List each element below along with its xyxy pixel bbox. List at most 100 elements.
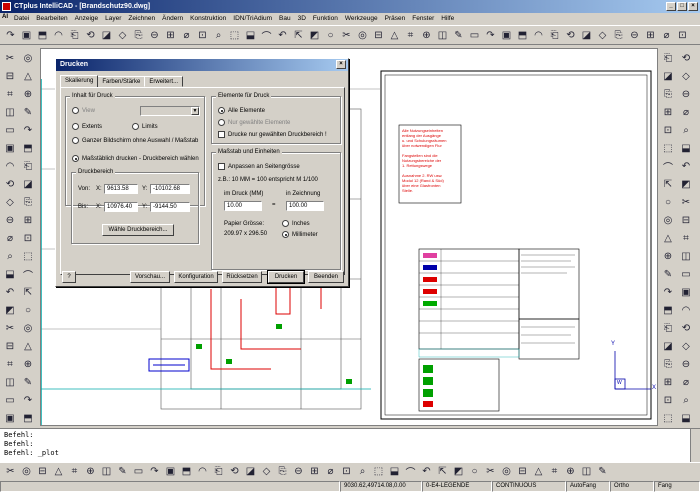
snap-tool-16-icon[interactable]: ◪ [243, 464, 258, 479]
snap-tool-1-icon[interactable]: ✂ [3, 464, 18, 479]
toolbar-tool-16-icon[interactable]: ⬓ [243, 28, 258, 43]
left-tool-13-icon[interactable]: ◠ [2, 158, 18, 174]
snap-tool-20-icon[interactable]: ⊞ [307, 464, 322, 479]
left-tool-27-icon[interactable]: ↶ [2, 284, 18, 300]
snap-tool-21-icon[interactable]: ⌀ [323, 464, 338, 479]
snap-tool-6-icon[interactable]: ⊕ [83, 464, 98, 479]
toolbar-tool-1-icon[interactable]: ↷ [3, 28, 18, 43]
menu-bearbeiten[interactable]: Bearbeiten [36, 15, 67, 22]
snap-tool-25-icon[interactable]: ⬓ [387, 464, 402, 479]
left-tool-5-icon[interactable]: ⌗ [2, 86, 18, 102]
left-tool-19-icon[interactable]: ⊖ [2, 212, 18, 228]
left-tool-41-icon[interactable]: ▣ [2, 410, 18, 426]
toolbar-tool-4-icon[interactable]: ◠ [51, 28, 66, 43]
status-fang[interactable]: Fang [654, 480, 700, 492]
left-tool-30-icon[interactable]: ○ [20, 302, 36, 318]
extents-radio[interactable] [72, 123, 79, 130]
waehle-druckbereich-button[interactable]: Wähle Druckbereich... [102, 224, 174, 236]
left-tool-28-icon[interactable]: ⇱ [20, 284, 36, 300]
toolbar-tool-22-icon[interactable]: ✂ [339, 28, 354, 43]
snap-tool-17-icon[interactable]: ◇ [259, 464, 274, 479]
close-button[interactable]: × [688, 2, 698, 11]
right-tool-31-icon[interactable]: ⎗ [660, 320, 676, 336]
snap-tool-7-icon[interactable]: ◫ [99, 464, 114, 479]
alle-elemente-radio[interactable] [218, 107, 225, 114]
toolbar-tool-25-icon[interactable]: △ [387, 28, 402, 43]
right-tool-29-icon[interactable]: ⬒ [660, 302, 676, 318]
toolbar-tool-39-icon[interactable]: ⎘ [611, 28, 626, 43]
bis-x-field[interactable]: 10976.40 [104, 202, 138, 212]
right-tool-19-icon[interactable]: ◎ [660, 212, 676, 228]
snap-tool-19-icon[interactable]: ⊖ [291, 464, 306, 479]
left-tool-11-icon[interactable]: ▣ [2, 140, 18, 156]
toolbar-tool-13-icon[interactable]: ⊡ [195, 28, 210, 43]
left-tool-1-icon[interactable]: ✂ [2, 50, 18, 66]
option-extents[interactable]: Extents [72, 123, 102, 130]
left-tool-24-icon[interactable]: ⬚ [20, 248, 36, 264]
left-tool-31-icon[interactable]: ✂ [2, 320, 18, 336]
menu-zeichnen[interactable]: Zeichnen [128, 15, 155, 22]
menu-idn[interactable]: IDN/TriAdium [233, 15, 272, 22]
toolbar-tool-29-icon[interactable]: ✎ [451, 28, 466, 43]
right-tool-27-icon[interactable]: ↷ [660, 284, 676, 300]
right-tool-8-icon[interactable]: ⌀ [678, 104, 694, 120]
right-tool-9-icon[interactable]: ⊡ [660, 122, 676, 138]
left-tool-16-icon[interactable]: ◪ [20, 176, 36, 192]
toolbar-tool-28-icon[interactable]: ◫ [435, 28, 450, 43]
left-tool-22-icon[interactable]: ⊡ [20, 230, 36, 246]
snap-tool-28-icon[interactable]: ⇱ [435, 464, 450, 479]
snap-tool-37-icon[interactable]: ◫ [579, 464, 594, 479]
right-tool-37-icon[interactable]: ⊞ [660, 374, 676, 390]
option-nur-gewaehlte[interactable]: Nur gewählte Elemente [218, 119, 290, 126]
snap-tool-4-icon[interactable]: △ [51, 464, 66, 479]
right-tool-6-icon[interactable]: ⊖ [678, 86, 694, 102]
toolbar-tool-31-icon[interactable]: ↷ [483, 28, 498, 43]
snap-tool-24-icon[interactable]: ⬚ [371, 464, 386, 479]
toolbar-tool-37-icon[interactable]: ◪ [579, 28, 594, 43]
menu-datei[interactable]: Datei [14, 15, 29, 22]
right-tool-1-icon[interactable]: ⎗ [660, 50, 676, 66]
menu-3d[interactable]: 3D [298, 15, 306, 22]
snap-tool-31-icon[interactable]: ✂ [483, 464, 498, 479]
anpassen-checkbox[interactable] [218, 163, 225, 170]
right-tool-10-icon[interactable]: ⌕ [678, 122, 694, 138]
toolbar-tool-32-icon[interactable]: ▣ [499, 28, 514, 43]
snap-tool-33-icon[interactable]: ⊟ [515, 464, 530, 479]
toolbar-tool-33-icon[interactable]: ⬒ [515, 28, 530, 43]
right-tool-24-icon[interactable]: ◫ [678, 248, 694, 264]
command-scrollbar[interactable] [690, 429, 700, 463]
snap-tool-18-icon[interactable]: ⎘ [275, 464, 290, 479]
left-tool-29-icon[interactable]: ◩ [2, 302, 18, 318]
tab-erweitert[interactable]: Erweitert... [144, 76, 184, 87]
option-millimeter[interactable]: Millimeter [282, 231, 318, 238]
toolbar-tool-2-icon[interactable]: ▣ [19, 28, 34, 43]
right-tool-16-icon[interactable]: ◩ [678, 176, 694, 192]
von-y-field[interactable]: -10102.68 [150, 184, 190, 194]
left-tool-33-icon[interactable]: ⊟ [2, 338, 18, 354]
right-tool-18-icon[interactable]: ✂ [678, 194, 694, 210]
in-zeichnung-field[interactable]: 100.00 [286, 201, 324, 211]
toolbar-tool-9-icon[interactable]: ⎘ [131, 28, 146, 43]
toolbar-tool-7-icon[interactable]: ◪ [99, 28, 114, 43]
option-massstaeblich[interactable]: Maßstäblich drucken - Druckbereich wähle… [72, 155, 199, 162]
right-tool-33-icon[interactable]: ◪ [660, 338, 676, 354]
toolbar-tool-15-icon[interactable]: ⬚ [227, 28, 242, 43]
left-tool-38-icon[interactable]: ✎ [20, 374, 36, 390]
right-tool-30-icon[interactable]: ◠ [678, 302, 694, 318]
minimize-button[interactable]: _ [666, 2, 676, 11]
right-tool-13-icon[interactable]: ⌒ [660, 158, 676, 174]
left-tool-10-icon[interactable]: ↷ [20, 122, 36, 138]
snap-tool-23-icon[interactable]: ⌕ [355, 464, 370, 479]
option-anpassen[interactable]: Anpassen an Seitengrösse [218, 163, 300, 170]
toolbar-tool-36-icon[interactable]: ⟲ [563, 28, 578, 43]
nur-gewaehlte-radio[interactable] [218, 119, 225, 126]
right-tool-41-icon[interactable]: ⬚ [660, 410, 676, 426]
bis-y-field[interactable]: -9144.50 [150, 202, 190, 212]
right-tool-4-icon[interactable]: ◇ [678, 68, 694, 84]
left-tool-3-icon[interactable]: ⊟ [2, 68, 18, 84]
inches-radio[interactable] [282, 220, 289, 227]
snap-tool-14-icon[interactable]: ⎗ [211, 464, 226, 479]
status-linetype[interactable]: CONTINUOUS [492, 480, 566, 492]
right-tool-25-icon[interactable]: ✎ [660, 266, 676, 282]
left-tool-7-icon[interactable]: ◫ [2, 104, 18, 120]
